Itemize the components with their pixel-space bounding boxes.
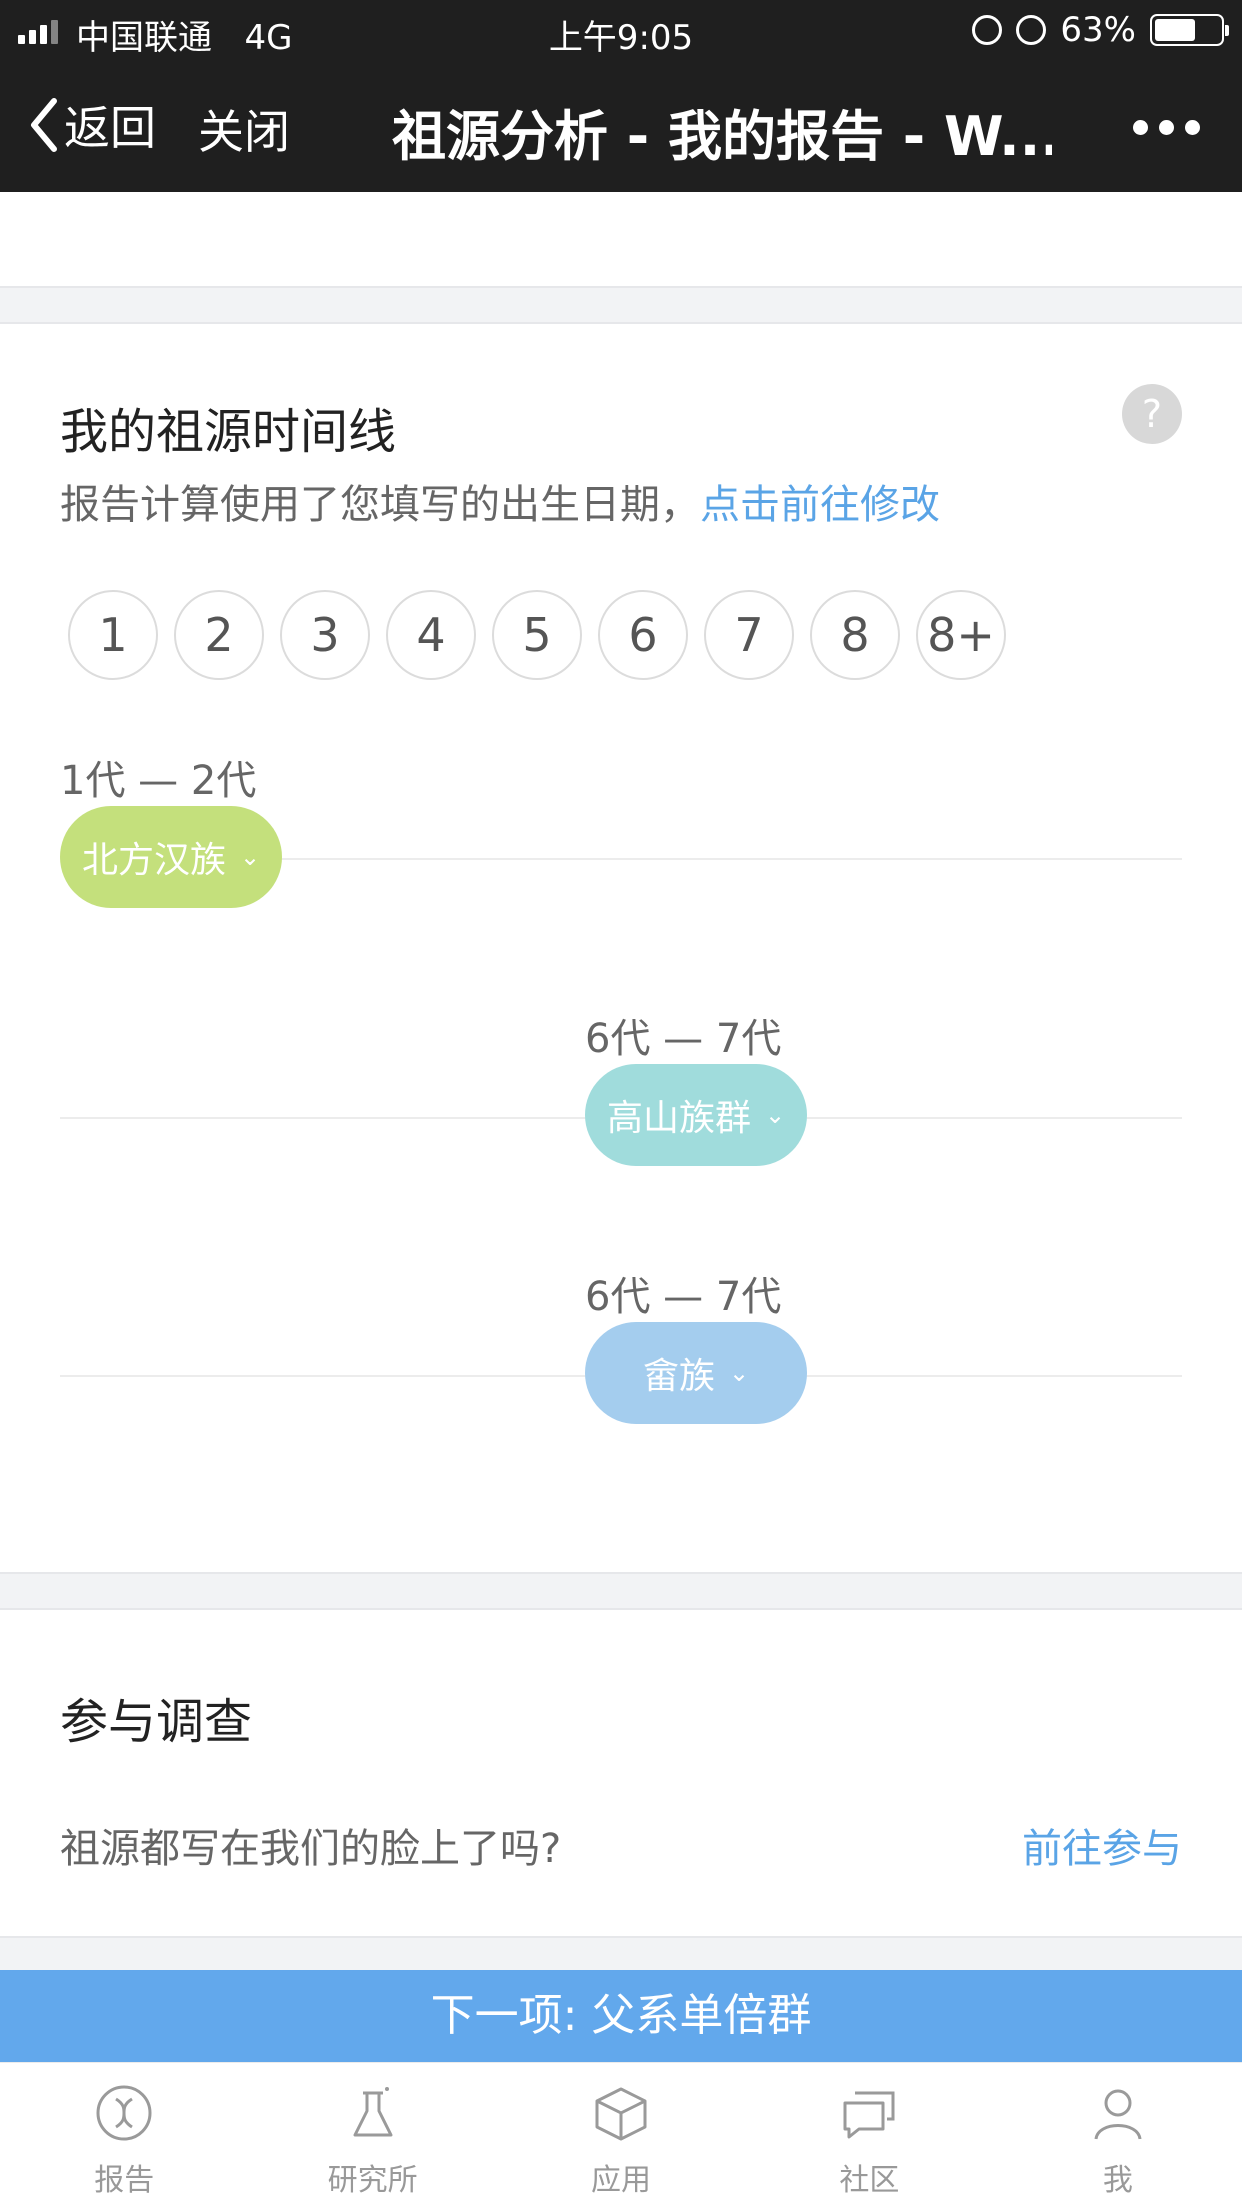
survey-title: 参与调查	[60, 1694, 253, 1750]
help-icon[interactable]: ?	[1122, 384, 1182, 444]
population-pill-she[interactable]: 畲族 ⌄	[585, 1322, 807, 1424]
generation-range-label: 6代 — 7代	[585, 1016, 782, 1062]
status-bar: 中国联通 4G 上午9:05 63%	[0, 0, 1242, 62]
cube-icon	[595, 2087, 647, 2141]
back-label: 返回	[64, 101, 156, 155]
tab-community[interactable]: 社区	[745, 2063, 993, 2208]
generation-button[interactable]: 2	[174, 590, 264, 680]
tab-label: 研究所	[327, 2163, 418, 2198]
population-pill-north-han[interactable]: 北方汉族 ⌄	[60, 806, 282, 908]
timeline-subtitle: 报告计算使用了您填写的出生日期，点击前往修改	[60, 472, 940, 530]
chevron-left-icon	[31, 98, 57, 152]
tab-label: 我	[1102, 2163, 1133, 2198]
chevron-down-icon: ⌄	[239, 843, 261, 871]
generation-range-label: 1代 — 2代	[60, 758, 257, 804]
battery-percent: 63%	[1060, 10, 1136, 50]
population-label: 高山族群	[606, 1098, 751, 1139]
tab-bar: 报告 研究所 应用 社区 我	[0, 2062, 1242, 2208]
alarm-icon	[1016, 15, 1047, 45]
generation-range-label: 6代 — 7代	[585, 1274, 782, 1320]
generation-selector: 1 2 3 4 5 6 7 8 8+	[68, 590, 1006, 680]
survey-question: 祖源都写在我们的脸上了吗?	[60, 1826, 562, 1872]
tab-label: 社区	[839, 2163, 900, 2198]
nav-bar: 返回 关闭 祖源分析 - 我的报告 - W...	[0, 62, 1242, 192]
close-button[interactable]: 关闭	[198, 96, 290, 162]
subtitle-text: 报告计算使用了您填写的出生日期，	[60, 482, 700, 528]
generation-button[interactable]: 4	[386, 590, 476, 680]
generation-button[interactable]: 5	[492, 590, 582, 680]
edit-birthdate-link[interactable]: 点击前往修改	[700, 482, 940, 528]
section-divider	[0, 1572, 1242, 1610]
population-pill-gaoshan[interactable]: 高山族群 ⌄	[585, 1064, 807, 1166]
chat-icon	[843, 2091, 895, 2139]
section-divider	[0, 1936, 1242, 1972]
tab-me[interactable]: 我	[994, 2063, 1242, 2208]
generation-button[interactable]: 7	[704, 590, 794, 680]
generation-button[interactable]: 3	[280, 590, 370, 680]
tab-apps[interactable]: 应用	[497, 2063, 745, 2208]
population-label: 畲族	[642, 1356, 715, 1397]
generation-button[interactable]: 8	[810, 590, 900, 680]
tab-label: 应用	[591, 2163, 652, 2198]
timeline-title: 我的祖源时间线	[60, 404, 397, 460]
tab-institute[interactable]: 研究所	[248, 2063, 496, 2208]
rotation-lock-icon	[972, 15, 1003, 45]
section-divider	[0, 286, 1242, 324]
battery-icon	[1150, 14, 1229, 46]
tab-label: 报告	[94, 2163, 155, 2198]
join-survey-link[interactable]: 前往参与	[1022, 1816, 1182, 1874]
chevron-down-icon: ⌄	[764, 1101, 786, 1129]
chevron-down-icon: ⌄	[728, 1359, 750, 1387]
tab-report[interactable]: 报告	[0, 2063, 248, 2208]
person-icon	[1094, 2089, 1142, 2140]
page-title: 祖源分析 - 我的报告 - W...	[392, 105, 1052, 168]
population-label: 北方汉族	[81, 840, 226, 881]
generation-button[interactable]: 6	[598, 590, 688, 680]
dna-icon	[96, 2085, 152, 2141]
more-icon[interactable]	[1133, 120, 1200, 135]
back-button[interactable]: 返回	[28, 92, 156, 158]
generation-button[interactable]: 8+	[916, 590, 1006, 680]
generation-button[interactable]: 1	[68, 590, 158, 680]
flask-icon	[353, 2087, 393, 2137]
next-item-button[interactable]: 下一项: 父系单倍群	[0, 1970, 1242, 2062]
